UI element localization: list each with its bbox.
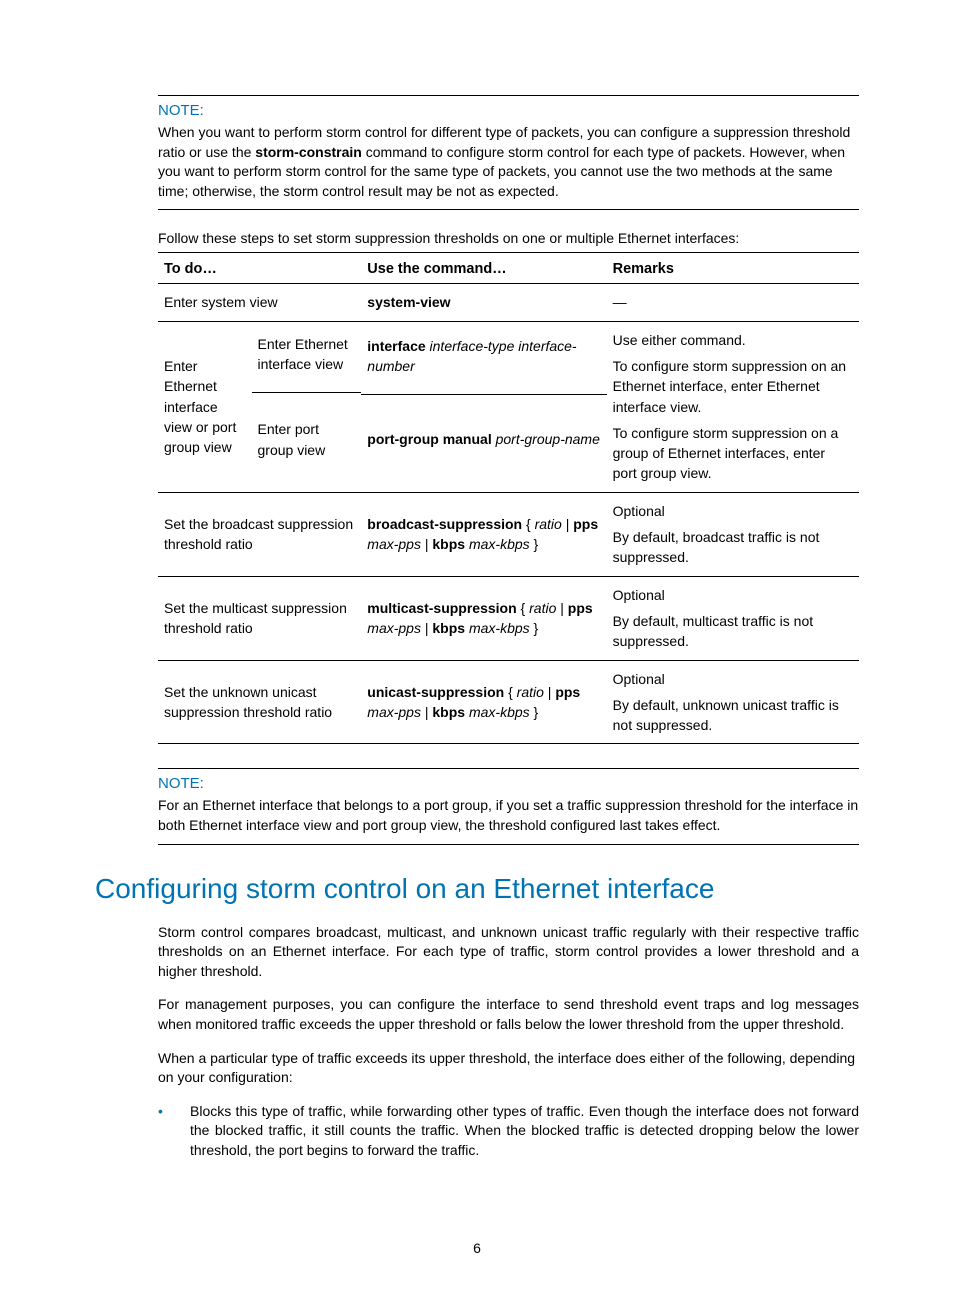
cmd-italic: max-kbps [469,620,530,636]
table-header-row: To do… Use the command… Remarks [158,253,859,284]
paragraph: Storm control compares broadcast, multic… [158,923,859,982]
cell-cmd: multicast-suppression { ratio | pps max-… [361,576,606,660]
cell-todo: Set the broadcast suppression threshold … [158,492,361,576]
cell-rem: — [607,284,859,321]
cmd-bold: interface [367,338,425,354]
table-row: Set the multicast suppression threshold … [158,576,859,660]
rem-line: Optional [613,501,853,521]
cmd-italic: max-pps [367,704,421,720]
table-row: Set the unknown unicast suppression thre… [158,660,859,744]
cmd-italic: max-pps [367,620,421,636]
cell-cmd-sub2: port-group manual port-group-name [361,395,606,483]
cell-todo: Set the unknown unicast suppression thre… [158,660,361,744]
page-number: 6 [0,1240,954,1256]
cmd-bold: unicast-suppression [367,684,504,700]
bullet-item: Blocks this type of traffic, while forwa… [158,1102,859,1161]
paragraph: When a particular type of traffic exceed… [158,1049,859,1088]
cmd-italic: max-kbps [469,536,530,552]
section-heading: Configuring storm control on an Ethernet… [95,873,859,905]
note-title: NOTE: [158,775,859,792]
table-row: Enter system view system-view — [158,284,859,321]
cell-todo-outer: Enter Ethernet interface view or port gr… [158,328,252,486]
th-rem: Remarks [607,253,859,284]
cmd-bold: pps [568,600,593,616]
note-block-2: NOTE: For an Ethernet interface that bel… [158,768,859,844]
cmd-bold: kbps [432,536,465,552]
cell-cmd: broadcast-suppression { ratio | pps max-… [361,492,606,576]
cmd-text: { [522,516,534,532]
rem-line: Optional [613,669,853,689]
cmd-text: } [530,704,539,720]
rem-line: By default, multicast traffic is not sup… [613,611,853,652]
cmd-bold: system-view [367,294,450,310]
cell-rem: Optional By default, multicast traffic i… [607,576,859,660]
cmd-italic: ratio [535,516,562,532]
paragraph: For management purposes, you can configu… [158,995,859,1034]
cmd-bold: kbps [432,620,465,636]
cmd-bold: broadcast-suppression [367,516,522,532]
cmd-text: | [562,516,573,532]
rem-line: To configure storm suppression on a grou… [613,423,853,484]
cmd-text: | [556,600,567,616]
rem-line: By default, unknown unicast traffic is n… [613,695,853,736]
rem-line: Optional [613,585,853,605]
bullet-list: Blocks this type of traffic, while forwa… [158,1102,859,1161]
cmd-italic: port-group-name [492,431,600,447]
table-row: Set the broadcast suppression threshold … [158,492,859,576]
cmd-italic: max-kbps [469,704,530,720]
note-bold: storm-constrain [255,144,362,160]
cmd-text: | [544,684,555,700]
cell-nested: Enter Ethernet interface view or port gr… [158,321,361,492]
cmd-italic: max-pps [367,536,421,552]
cell-rem: Optional By default, broadcast traffic i… [607,492,859,576]
cmd-bold: kbps [432,704,465,720]
cell-todo-sub2: Enter port group view [252,393,362,486]
cell-cmd: system-view [361,284,606,321]
cell-cmd: unicast-suppression { ratio | pps max-pp… [361,660,606,744]
note-body: For an Ethernet interface that belongs t… [158,796,859,835]
cmd-text: } [530,620,539,636]
rem-line: Use either command. [613,330,853,350]
cmd-text: } [530,536,539,552]
cmd-italic: ratio [529,600,556,616]
command-table: To do… Use the command… Remarks Enter sy… [158,252,859,744]
cell-rem: Use either command. To configure storm s… [607,321,859,492]
th-todo: To do… [158,253,361,284]
cmd-text: | [421,536,432,552]
cmd-text: { [504,684,516,700]
cmd-bold: pps [573,516,598,532]
table-row: Enter Ethernet interface view or port gr… [158,321,859,492]
cell-cmd-nested: interface interface-type interface-numbe… [361,321,606,492]
cell-cmd-sub1: interface interface-type interface-numbe… [361,330,606,396]
cmd-bold: multicast-suppression [367,600,516,616]
note-block-1: NOTE: When you want to perform storm con… [158,95,859,210]
cmd-italic: ratio [517,684,544,700]
rem-line: By default, broadcast traffic is not sup… [613,527,853,568]
cmd-bold: pps [555,684,580,700]
cell-todo-sub1: Enter Ethernet interface view [252,328,362,394]
th-cmd: Use the command… [361,253,606,284]
rem-line: To configure storm suppression on an Eth… [613,356,853,417]
note-title: NOTE: [158,102,859,119]
cmd-bold: port-group manual [367,431,491,447]
cell-todo: Enter system view [158,284,361,321]
cmd-text: { [517,600,529,616]
note-body: When you want to perform storm control f… [158,123,859,201]
cell-rem: Optional By default, unknown unicast tra… [607,660,859,744]
cmd-text: | [421,620,432,636]
intro-line: Follow these steps to set storm suppress… [158,230,859,246]
cell-todo: Set the multicast suppression threshold … [158,576,361,660]
cmd-text: | [421,704,432,720]
